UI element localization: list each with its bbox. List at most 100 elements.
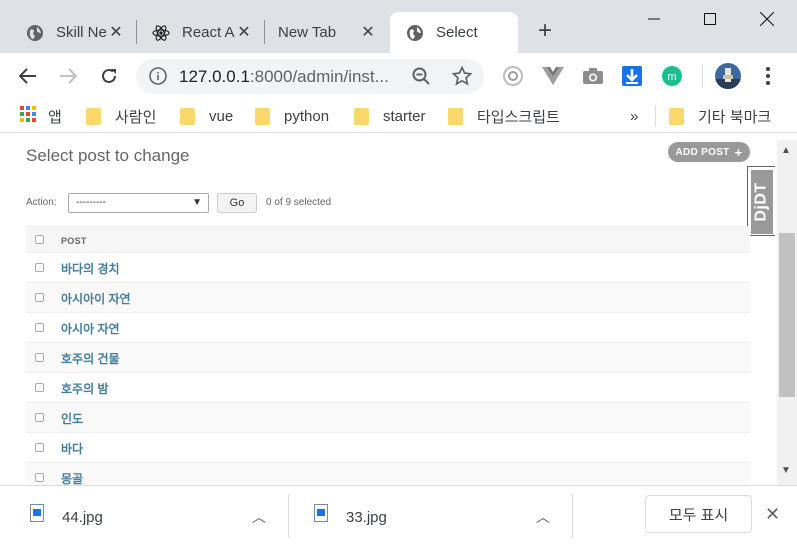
forward-arrow-icon[interactable]: [53, 61, 83, 91]
tab-skill[interactable]: Skill Ne ✕: [0, 12, 136, 53]
info-icon[interactable]: [149, 67, 167, 90]
show-all-downloads-button[interactable]: 모두 표시: [645, 495, 752, 533]
browser-toolbar: 127.0.0.1:8000/admin/inst... m: [0, 53, 797, 99]
star-icon[interactable]: [451, 65, 473, 91]
row-checkbox[interactable]: [35, 323, 44, 332]
profile-avatar-icon[interactable]: [713, 61, 743, 91]
address-bar[interactable]: 127.0.0.1:8000/admin/inst...: [136, 59, 484, 94]
table-row: 바다의 경치: [26, 253, 750, 283]
tab-strip: Skill Ne ✕ React A ✕ New Tab ✕ Select +: [0, 0, 797, 53]
bookmark-folder-vue[interactable]: vue: [180, 106, 233, 126]
download-bar: 44.jpg ︿ 33.jpg ︿ 모두 표시 ✕: [0, 485, 797, 545]
svg-text:m: m: [667, 71, 676, 83]
folder-icon: [180, 107, 195, 125]
scroll-down-arrow-icon[interactable]: ▼: [781, 465, 791, 476]
bookmark-folder-saramin[interactable]: 사람인: [86, 106, 156, 126]
react-icon: [152, 24, 170, 42]
djdt-label: DjDT: [753, 182, 771, 222]
bookmark-folder-python[interactable]: python: [255, 106, 329, 126]
row-checkbox[interactable]: [35, 293, 44, 302]
chevron-up-icon[interactable]: ︿: [252, 507, 266, 527]
bookmark-folder-other[interactable]: 기타 북마크: [669, 106, 771, 126]
bookmark-label: 타입스크립트: [477, 108, 560, 126]
download-extension-icon[interactable]: [617, 61, 647, 91]
scroll-thumb[interactable]: [779, 233, 795, 397]
close-icon[interactable]: ✕: [765, 504, 780, 525]
row-checkbox[interactable]: [35, 413, 44, 422]
close-icon[interactable]: ✕: [360, 24, 376, 41]
row-checkbox[interactable]: [35, 443, 44, 452]
row-checkbox[interactable]: [35, 473, 44, 482]
django-debug-toolbar-handle[interactable]: DjDT: [747, 166, 775, 236]
bookmark-apps[interactable]: 앱: [20, 106, 62, 126]
bookmark-label: 기타 북마크: [698, 108, 772, 126]
maximize-icon[interactable]: [687, 0, 733, 38]
tab-react[interactable]: React A ✕: [126, 12, 264, 53]
add-post-button[interactable]: ADD POST +: [668, 142, 750, 162]
tab-new-tab[interactable]: New Tab ✕: [252, 12, 388, 53]
window-close-icon[interactable]: [744, 0, 790, 38]
download-filename: 44.jpg: [62, 509, 103, 526]
row-checkbox[interactable]: [35, 353, 44, 362]
folder-icon: [669, 107, 684, 125]
action-select[interactable]: --------- ▼: [68, 193, 209, 213]
menu-kebab-icon[interactable]: [753, 61, 783, 91]
tab-select-active[interactable]: Select: [390, 12, 518, 53]
download-item[interactable]: 33.jpg ︿: [314, 486, 564, 546]
back-arrow-icon[interactable]: [13, 61, 43, 91]
url-text[interactable]: 127.0.0.1:8000/admin/inst...: [179, 67, 389, 87]
bookmark-label: python: [284, 107, 330, 125]
tab-title: New Tab: [278, 24, 337, 41]
url-host: 127.0.0.1: [179, 67, 250, 86]
post-link[interactable]: 인도: [61, 410, 83, 427]
table-row: 인도: [26, 403, 750, 433]
post-link[interactable]: 아시아 자연: [61, 320, 120, 337]
row-checkbox[interactable]: [35, 383, 44, 392]
bookmark-label: 앱: [48, 108, 62, 126]
table-row: 아시아이 자연: [26, 283, 750, 313]
download-divider: [288, 494, 289, 538]
vertical-scrollbar[interactable]: ▲ ▼: [777, 140, 797, 485]
new-tab-plus-icon[interactable]: +: [534, 19, 556, 43]
close-icon[interactable]: ✕: [108, 24, 124, 41]
folder-icon: [354, 107, 369, 125]
chevron-up-icon[interactable]: ︿: [536, 507, 550, 527]
bookmark-label: starter: [383, 107, 426, 125]
post-link[interactable]: 바다: [61, 440, 83, 457]
mercury-extension-icon[interactable]: m: [657, 61, 687, 91]
close-icon[interactable]: ✕: [236, 24, 252, 41]
download-item[interactable]: 44.jpg ︿: [30, 486, 280, 546]
post-link[interactable]: 바다의 경치: [61, 260, 120, 277]
reload-icon[interactable]: [94, 61, 124, 91]
table-row: 바다: [26, 433, 750, 463]
post-link[interactable]: 아시아이 자연: [61, 290, 131, 307]
post-link[interactable]: 호주의 밤: [61, 380, 109, 397]
folder-icon: [255, 107, 270, 125]
go-button[interactable]: Go: [217, 193, 257, 213]
select-all-checkbox[interactable]: [35, 235, 44, 244]
camera-icon[interactable]: [578, 61, 608, 91]
post-link[interactable]: 호주의 건물: [61, 350, 120, 367]
bookmarks-bar: 앱 사람인 vue python starter 타입스크립트 » 기타 북마크: [0, 99, 797, 133]
results-table: POST 바다의 경치 아시아이 자연 아시아 자연 호주의 건물 호주의 밤 …: [26, 226, 750, 485]
zoom-icon[interactable]: [412, 67, 430, 90]
row-checkbox[interactable]: [35, 263, 44, 272]
bookmark-folder-typescript[interactable]: 타입스크립트: [448, 106, 560, 126]
post-link[interactable]: 몽골: [61, 470, 83, 485]
vue-devtools-icon[interactable]: [538, 61, 568, 91]
column-header-post[interactable]: POST: [61, 236, 87, 246]
bookmark-folder-starter[interactable]: starter: [354, 106, 426, 126]
scroll-up-arrow-icon[interactable]: ▲: [781, 145, 791, 156]
close-icon[interactable]: [498, 25, 514, 41]
globe-icon: [26, 24, 44, 42]
bookmark-label: vue: [209, 107, 234, 125]
action-select-value: ---------: [76, 197, 106, 208]
selection-counter: 0 of 9 selected: [266, 197, 332, 208]
globe-icon: [406, 24, 424, 42]
folder-icon: [86, 107, 101, 125]
bookmark-label: 사람인: [115, 108, 157, 126]
apps-grid-icon: [20, 106, 36, 126]
extension-circle-icon[interactable]: [498, 61, 528, 91]
bookmarks-overflow-chevron-icon[interactable]: »: [630, 106, 638, 126]
minimize-icon[interactable]: [631, 0, 677, 38]
